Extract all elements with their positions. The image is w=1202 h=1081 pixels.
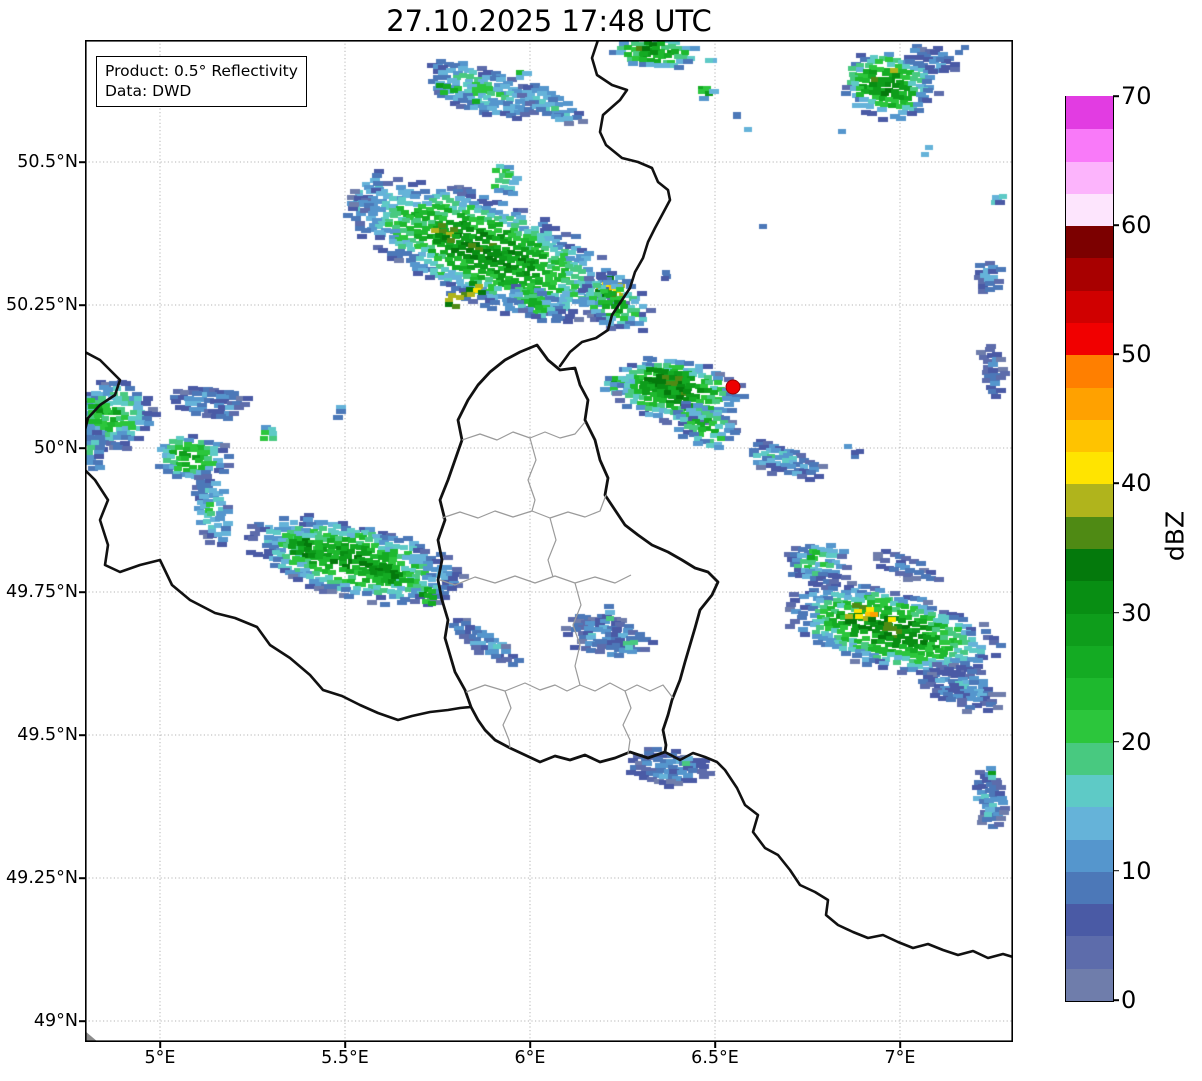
colorbar	[1065, 96, 1114, 1002]
plot-frame	[85, 40, 1013, 1042]
axis-tick	[529, 1042, 531, 1048]
colorbar-tick	[1113, 870, 1119, 872]
lon-tick-label: 6°E	[514, 1048, 546, 1068]
lon-tick-label: 7°E	[884, 1048, 916, 1068]
colorbar-segment	[1066, 645, 1113, 679]
colorbar-segment	[1066, 742, 1113, 775]
colorbar-segment	[1066, 290, 1113, 323]
axis-tick	[714, 1042, 716, 1048]
colorbar-segment	[1066, 419, 1113, 453]
station-marker	[725, 379, 741, 395]
lat-tick-label: 49.75°N	[6, 582, 78, 602]
colorbar-segment	[1066, 677, 1113, 711]
colorbar-tick-label: 0	[1121, 986, 1137, 1014]
colorbar-tick	[1113, 740, 1119, 743]
colorbar-tick	[1113, 95, 1119, 97]
info-product-line: Product: 0.5° Reflectivity	[105, 62, 298, 80]
colorbar-segment	[1066, 128, 1113, 162]
colorbar-segment	[1066, 806, 1113, 840]
radar-figure: 27.10.2025 17:48 UTC Product: 0.5° Refle…	[0, 0, 1202, 1081]
colorbar-segment	[1066, 483, 1113, 517]
lon-tick-label: 5.5°E	[321, 1048, 369, 1068]
colorbar-tick	[1113, 611, 1119, 614]
info-data-line: Data: DWD	[105, 82, 192, 101]
map-plot-area: Product: 0.5° Reflectivity Data: DWD	[85, 40, 1013, 1042]
luxembourg-border	[436, 343, 720, 764]
colorbar-segment	[1066, 612, 1113, 646]
colorbar-tick-label: 60	[1121, 211, 1152, 240]
lat-tick-label: 49°N	[33, 1011, 78, 1031]
colorbar-segment	[1066, 935, 1113, 969]
colorbar-segment	[1066, 516, 1113, 549]
colorbar-segment	[1066, 160, 1113, 194]
colorbar-segment	[1066, 903, 1113, 937]
colorbar-segment	[1066, 968, 1113, 1001]
lat-tick-label: 49.5°N	[17, 725, 78, 745]
colorbar-tick	[1113, 999, 1119, 1001]
colorbar-tick-label: 30	[1121, 598, 1152, 627]
lat-tick-label: 49.25°N	[6, 868, 78, 888]
colorbar-segment	[1066, 354, 1113, 388]
be-de-border	[558, 40, 672, 368]
colorbar-segment	[1066, 257, 1113, 291]
colorbar-segment	[1066, 193, 1113, 227]
colorbar-tick-label: 10	[1121, 856, 1152, 885]
lon-tick-label: 5°E	[144, 1048, 176, 1068]
axis-tick	[344, 1042, 346, 1048]
colorbar-segment	[1066, 838, 1113, 872]
colorbar-tick-label: 50	[1121, 340, 1152, 369]
colorbar-tick	[1113, 353, 1119, 356]
borders-layer	[85, 40, 1013, 1042]
country-borders	[85, 40, 1013, 960]
radar-coverage-corner	[85, 1031, 98, 1042]
colorbar-segment	[1066, 451, 1113, 485]
colorbar-tick-label: 70	[1121, 82, 1152, 110]
canton-borders	[439, 421, 674, 755]
page-title: 27.10.2025 17:48 UTC	[386, 4, 712, 38]
lat-tick-label: 50°N	[33, 438, 78, 458]
colorbar-unit-label: dBZ	[1160, 510, 1190, 562]
colorbar-segment	[1066, 709, 1113, 743]
colorbar-segment	[1066, 96, 1113, 130]
colorbar-tick-label: 40	[1121, 469, 1152, 498]
fr-de-border	[663, 750, 1013, 960]
colorbar-segment	[1066, 774, 1113, 808]
lat-tick-label: 50.5°N	[17, 152, 78, 172]
colorbar-segment	[1066, 548, 1113, 582]
colorbar-segment	[1066, 225, 1113, 259]
axis-tick	[159, 1042, 161, 1048]
lon-tick-label: 6.5°E	[691, 1048, 739, 1068]
be-fr-border	[85, 468, 473, 722]
axis-tick	[899, 1042, 901, 1048]
info-box: Product: 0.5° Reflectivity Data: DWD	[96, 56, 307, 108]
colorbar-segment	[1066, 322, 1113, 356]
colorbar-segment	[1066, 871, 1113, 905]
colorbar-tick-label: 20	[1121, 727, 1152, 756]
colorbar-tick	[1113, 224, 1119, 226]
colorbar-tick	[1113, 482, 1119, 485]
colorbar-segment	[1066, 580, 1113, 614]
be-fr-border-west	[85, 350, 122, 432]
lat-tick-label: 50.25°N	[6, 295, 78, 315]
colorbar-segment	[1066, 386, 1113, 420]
